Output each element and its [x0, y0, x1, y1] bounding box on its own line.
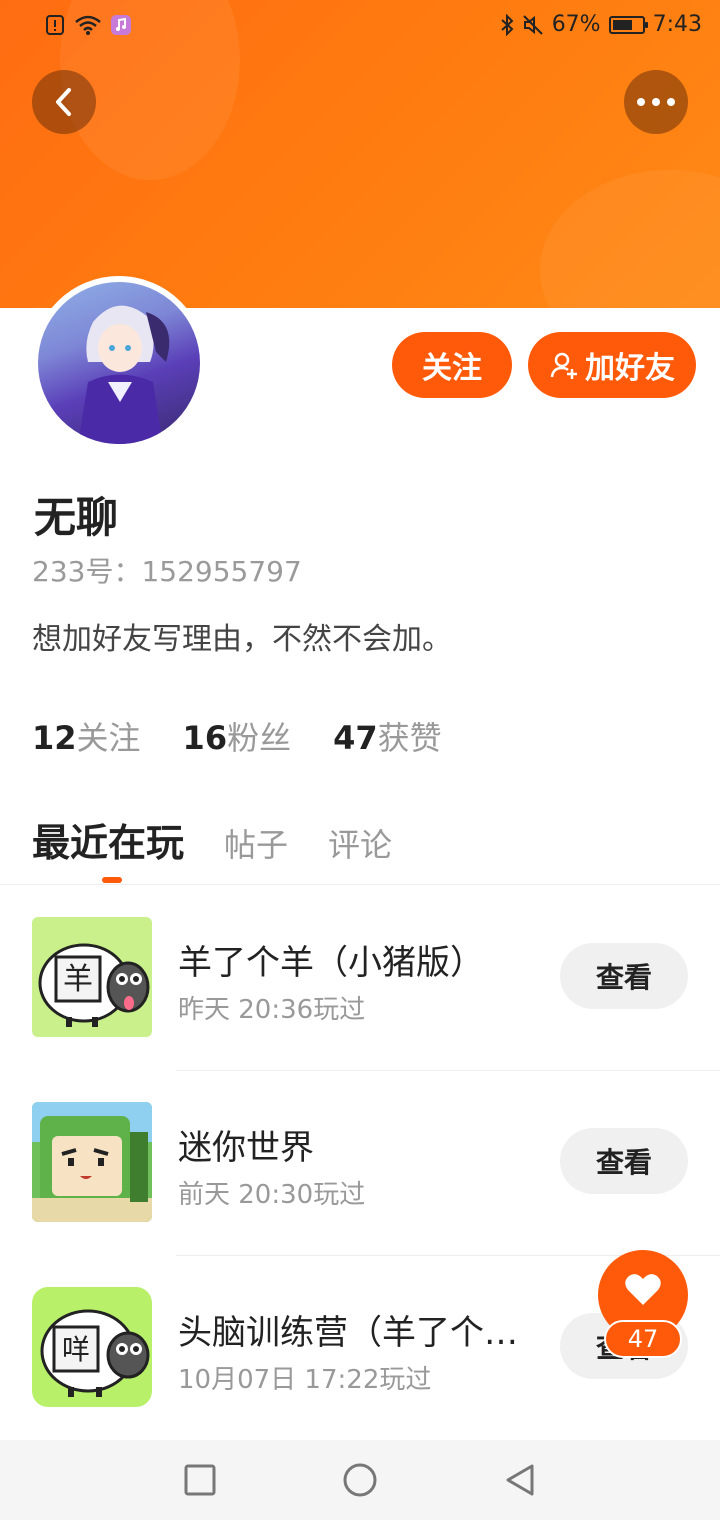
tab-divider	[0, 884, 720, 885]
game-title: 迷你世界	[178, 1128, 314, 1168]
stat-label: 获赞	[377, 719, 442, 757]
profile-stats: 12关注 16粉丝 47获赞	[32, 713, 484, 759]
stat-value: 12	[32, 719, 77, 757]
add-user-icon	[550, 352, 577, 379]
list-item[interactable]: 迷你世界 前天 20:30玩过 查看	[0, 1102, 720, 1287]
game-icon-glyph: 咩	[62, 1333, 90, 1366]
back-button[interactable]	[32, 70, 96, 134]
chevron-left-icon	[56, 88, 71, 116]
game-icon-brain-camp: 咩	[32, 1287, 152, 1407]
like-count-badge: 47	[604, 1320, 682, 1358]
stat-label: 粉丝	[227, 719, 292, 757]
game-icon-sheep-pig: 羊	[32, 917, 152, 1037]
stat-followers[interactable]: 16粉丝	[183, 713, 292, 759]
stat-value: 47	[333, 719, 378, 757]
recent-apps-button[interactable]	[182, 1462, 218, 1498]
banner-decoration	[540, 170, 720, 308]
square-icon	[184, 1464, 216, 1496]
view-button[interactable]: 查看	[560, 943, 688, 1009]
game-played-time: 昨天 20:36玩过	[178, 995, 366, 1025]
tab-recently-played[interactable]: 最近在玩	[32, 812, 184, 867]
divider	[176, 1070, 720, 1071]
game-played-time: 10月07日 17:22玩过	[178, 1365, 432, 1395]
game-title: 头脑训练营（羊了个…	[178, 1313, 518, 1353]
alert-icon	[44, 14, 66, 36]
stat-likes[interactable]: 47获赞	[333, 713, 442, 759]
tab-posts[interactable]: 帖子	[224, 820, 288, 866]
circle-icon	[343, 1463, 377, 1497]
bluetooth-icon	[500, 13, 514, 36]
battery-fill	[612, 19, 632, 30]
game-icon-mini-world	[32, 1102, 152, 1222]
stat-label: 关注	[76, 719, 141, 757]
status-bar: 67% 7:43	[0, 0, 720, 56]
game-icon-glyph: 羊	[63, 962, 93, 997]
more-dots-icon	[637, 98, 675, 106]
battery-icon	[608, 15, 648, 34]
clock: 7:43	[652, 12, 702, 37]
follow-label: 关注	[422, 351, 482, 386]
triangle-back-icon	[506, 1464, 534, 1496]
profile-tabs: 最近在玩 帖子 评论	[32, 812, 432, 867]
heart-icon	[625, 1274, 661, 1305]
user-bio: 想加好友写理由，不然不会加。	[32, 622, 452, 657]
system-nav-bar	[0, 1440, 720, 1520]
user-id[interactable]: 233号：152955797	[32, 550, 302, 590]
avatar-image	[38, 282, 200, 444]
view-button[interactable]: 查看	[560, 1128, 688, 1194]
wifi-icon	[74, 14, 102, 36]
add-friend-button[interactable]: 加好友	[528, 332, 696, 398]
avatar[interactable]	[32, 276, 206, 450]
follow-button[interactable]: 关注	[392, 332, 512, 398]
game-title: 羊了个羊（小猪版）	[178, 943, 484, 983]
tab-comments[interactable]: 评论	[328, 820, 392, 866]
music-app-icon	[110, 14, 132, 36]
stat-following[interactable]: 12关注	[32, 713, 141, 759]
username: 无聊	[34, 493, 119, 542]
mute-icon	[522, 14, 544, 36]
battery-percent: 67%	[551, 12, 601, 37]
active-tab-indicator	[102, 877, 122, 883]
add-friend-label: 加好友	[585, 351, 675, 386]
game-played-time: 前天 20:30玩过	[178, 1180, 366, 1210]
list-item[interactable]: 羊 羊了个羊（小猪版） 昨天 20:36玩过 查看	[0, 917, 720, 1102]
more-options-button[interactable]	[624, 70, 688, 134]
back-nav-button[interactable]	[502, 1462, 538, 1498]
home-button[interactable]	[342, 1462, 378, 1498]
stat-value: 16	[182, 719, 228, 757]
